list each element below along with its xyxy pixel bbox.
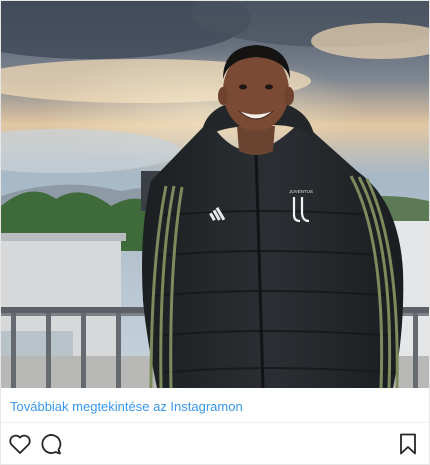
instagram-embed-post: JUVENTUS Továbbiak megtekintése az Insta…: [0, 0, 430, 465]
post-photo[interactable]: JUVENTUS: [1, 1, 429, 388]
bookmark-icon: [400, 433, 416, 455]
heart-outline-icon: [9, 434, 31, 454]
view-more-on-instagram-link[interactable]: Továbbiak megtekintése az Instagramon: [10, 399, 243, 414]
comment-button[interactable]: [38, 431, 64, 457]
post-actions-bar: [1, 431, 429, 459]
photo-illustration: JUVENTUS: [1, 1, 429, 388]
jersey-badge-text: JUVENTUS: [289, 189, 313, 194]
divider: [1, 422, 429, 423]
save-button[interactable]: [395, 431, 421, 457]
like-button[interactable]: [7, 431, 33, 457]
speech-bubble-icon: [41, 434, 62, 455]
